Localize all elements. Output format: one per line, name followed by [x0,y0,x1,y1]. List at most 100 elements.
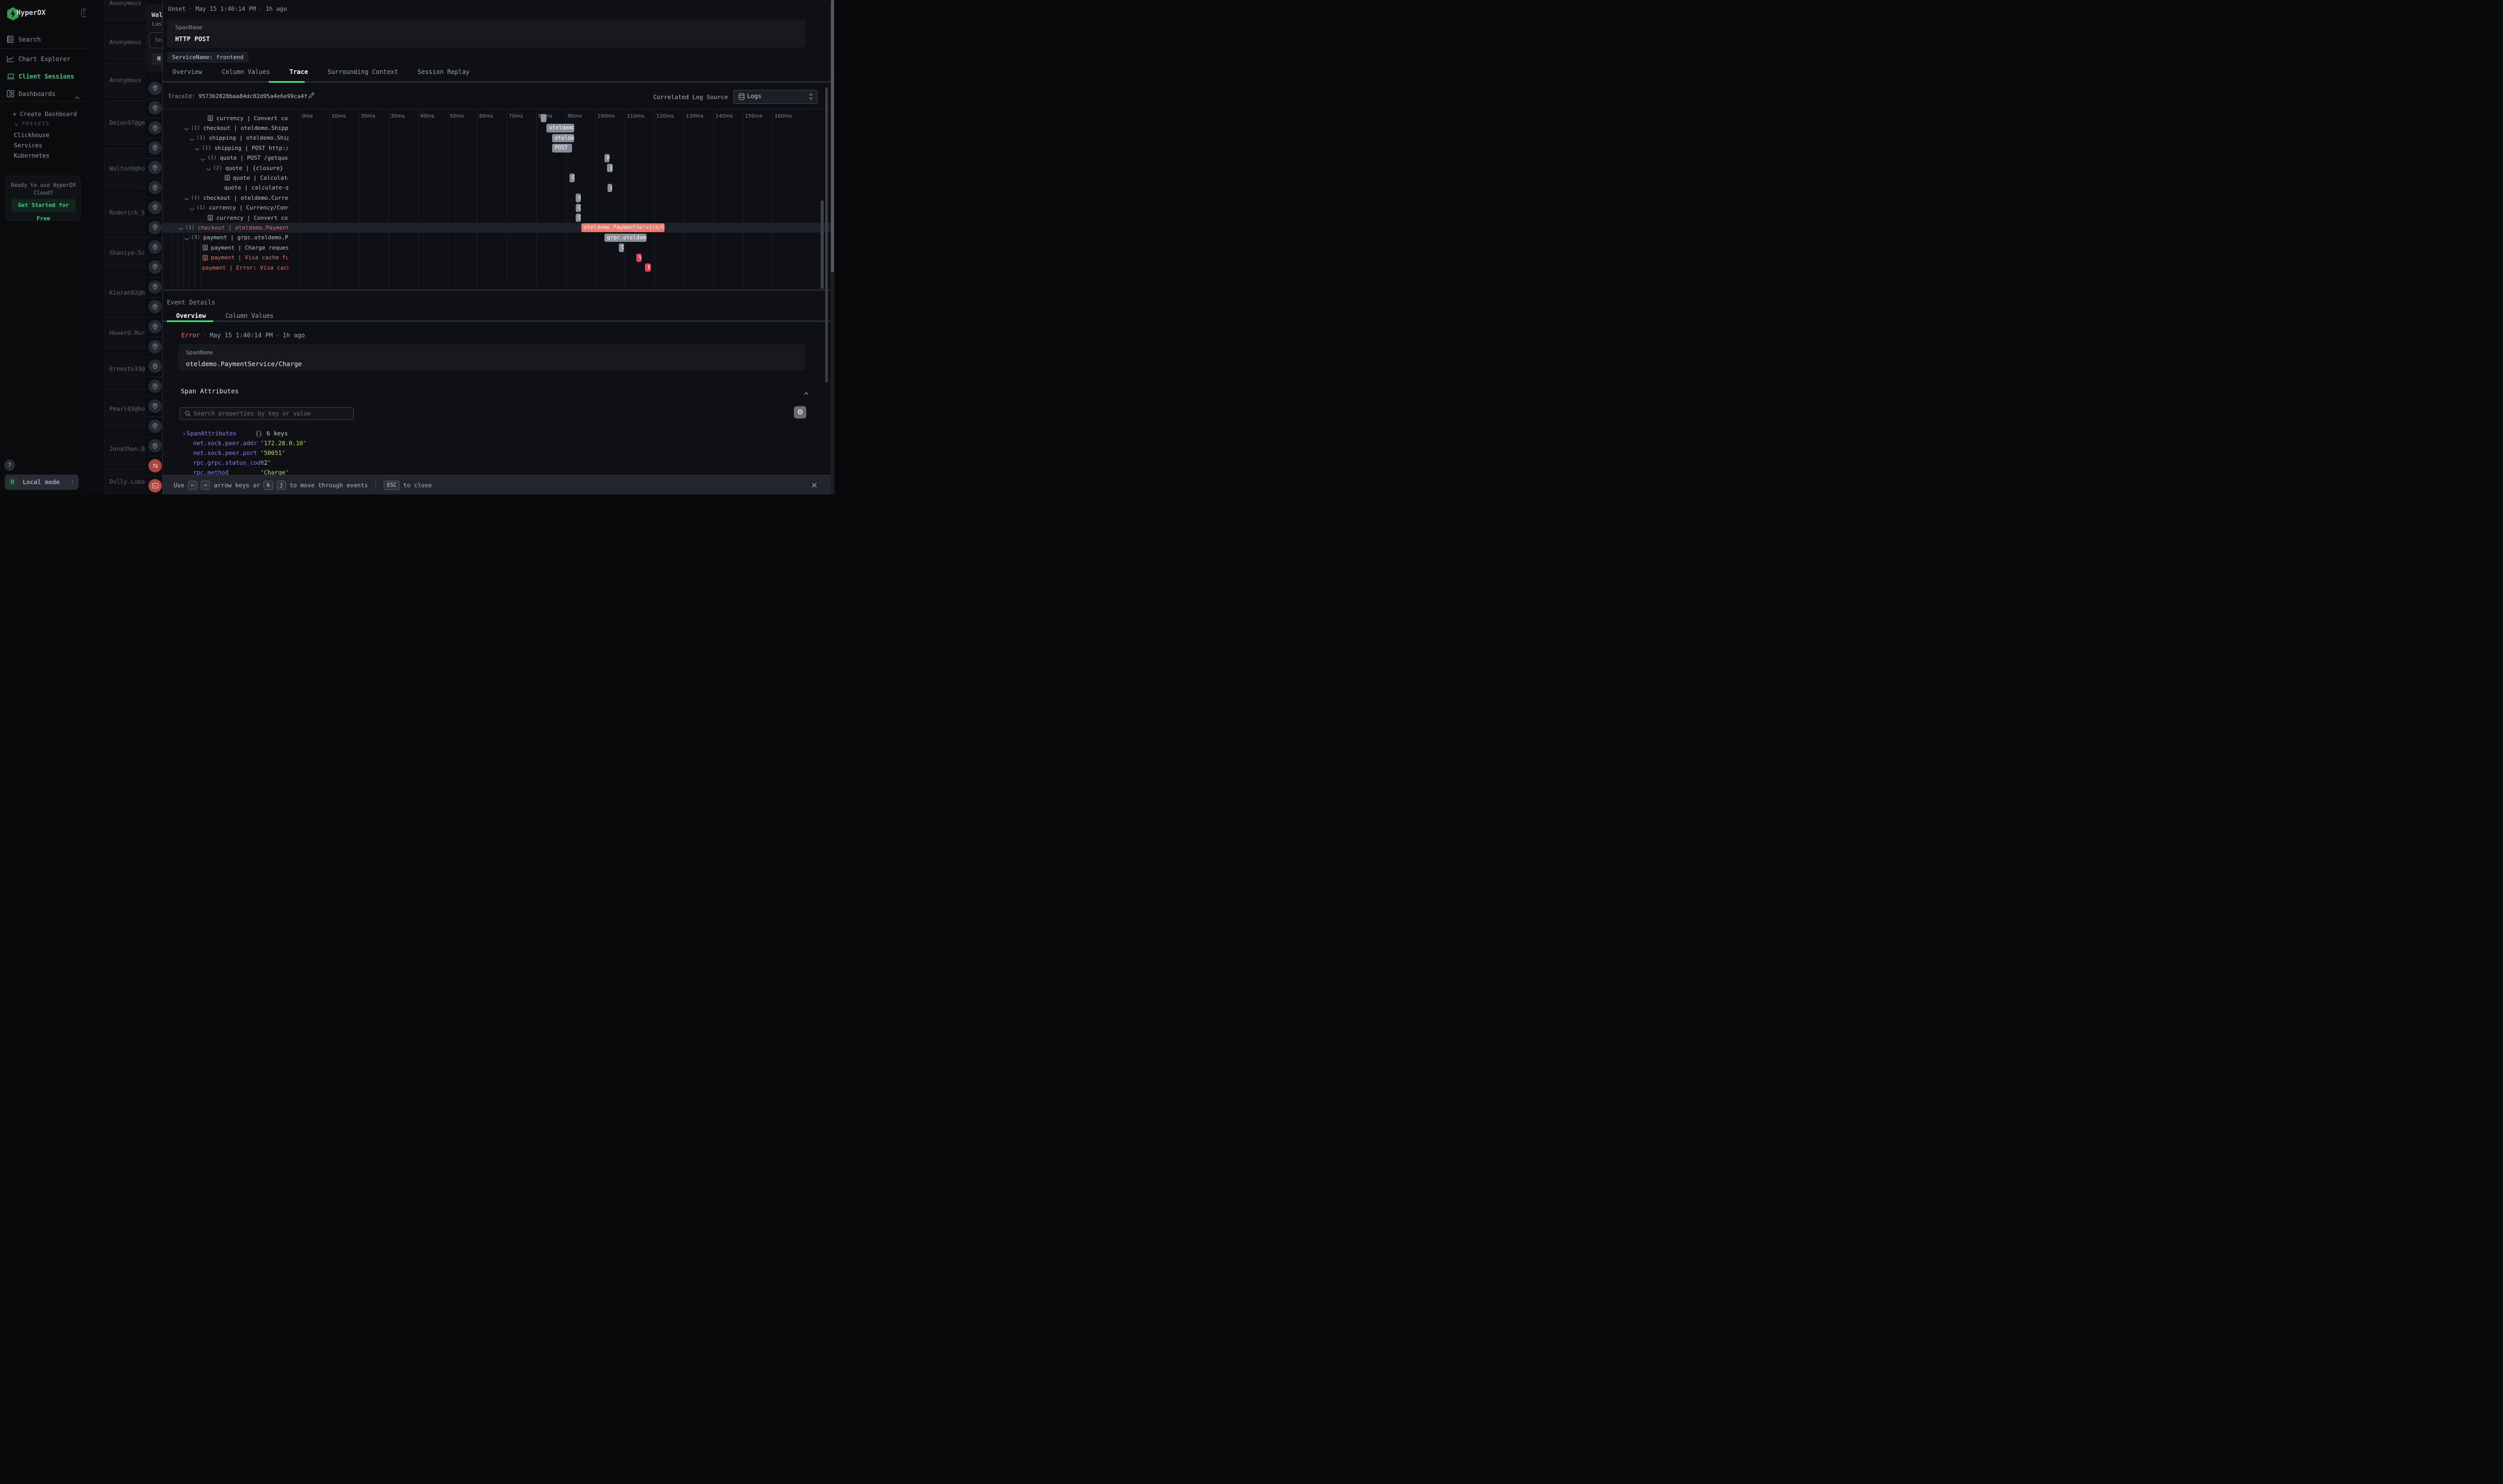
span-tree-row[interactable]: currency | Convert convers… [207,213,288,222]
span-bar[interactable]: POST h [552,144,572,153]
event-details-tab-column-values[interactable]: Column Values [225,312,274,319]
span-tree-row[interactable]: (1)currency | Currency/Convert [191,203,289,213]
session-card[interactable]: Kieran92@h [104,272,146,314]
span-bar[interactable]: Erro [645,263,650,272]
sidebar-item-search[interactable]: Search [0,35,86,49]
tab-trace[interactable]: Trace [290,68,308,75]
span-bar[interactable]: calc [608,184,612,193]
session-card[interactable]: Dolly.Lubo [104,468,146,494]
preset-kubernetes[interactable]: Kubernetes [14,152,49,159]
session-event-row[interactable] [145,396,162,417]
session-filter-chip[interactable]: H [152,53,162,65]
span-tree-row[interactable]: (1)checkout | oteldemo.PaymentServi… [179,223,288,233]
session-event-row[interactable] [145,376,162,397]
span-tree-row[interactable]: currency | Convert convers… [207,113,288,123]
span-bar[interactable]: otel [576,194,581,202]
span-bar[interactable] [541,114,546,123]
attributes-root-toggle[interactable]: ▾SpanAttributes {} 6 keys [183,430,236,437]
span-tree-row[interactable]: (3)payment | grpc.oteldemo.Paymen… [185,233,288,242]
session-event-row[interactable] [145,138,162,159]
drawer-scrollbar[interactable] [825,0,828,494]
span-tree-row[interactable]: quote | calculate-quote [224,183,289,193]
session-card[interactable]: Roderick_S [104,192,146,234]
collapse-section-icon[interactable] [805,388,808,398]
session-card[interactable]: Anonymous [104,0,146,21]
span-bar[interactable]: Conv [576,214,581,222]
tab-overview[interactable]: Overview [173,68,202,75]
span-tree-row[interactable]: payment | Charge request rec… [202,243,289,253]
gear-icon[interactable]: ⚙ [794,406,806,418]
local-mode-button[interactable]: U Local mode › [5,474,79,490]
session-event-row[interactable] [145,337,162,357]
session-event-row[interactable] [145,257,162,278]
span-name-card: SpanName oteldemo.PaymentService/Charge [178,344,806,371]
waterfall-scrollbar[interactable] [821,200,824,289]
span-tree-row[interactable]: (1)shipping | POST http://quo… [196,143,288,153]
span-label: currency | Convert convers… [216,115,288,122]
session-card[interactable]: Jonathan.B [104,432,146,466]
span-tree-row[interactable]: quote | Calculated q… [224,173,289,183]
session-card[interactable]: Howard.Rur [104,316,146,350]
session-event-row[interactable] [145,277,162,298]
help-button[interactable]: ? [4,460,15,471]
span-bar[interactable]: Char [619,243,624,252]
session-event-row[interactable] [145,79,162,99]
span-bar[interactable]: Curr [576,204,581,213]
span-bar[interactable]: oteldem [552,134,574,143]
session-event-row[interactable] [145,237,162,258]
span-bar[interactable]: oteldemo.PaymentService/Char [581,223,665,232]
session-event-row[interactable] [145,118,162,139]
session-event-row[interactable] [145,356,162,377]
session-event-row[interactable] [145,98,162,119]
session-card[interactable]: Walton9@ho [104,147,146,189]
page-scrollbar[interactable] [830,0,835,494]
preset-services[interactable]: Services [14,142,42,149]
session-event-row[interactable] [145,317,162,337]
session-event-row[interactable] [145,198,162,218]
close-icon[interactable]: × [811,480,818,490]
span-bar[interactable]: Visa [636,254,641,262]
span-tree-row[interactable]: (1)checkout | oteldemo.ShippingSe… [185,123,288,133]
log-source-select[interactable]: Logs [733,90,818,104]
session-event-row[interactable] [145,476,162,494]
get-started-button[interactable]: Get Started for Free [11,199,75,212]
session-card[interactable]: Anonymous [104,24,146,60]
session-card[interactable]: Anonymous [104,62,146,98]
session-card[interactable]: Shaniya.Sc [104,236,146,270]
span-bar[interactable]: grpc.oteldemo. [604,234,647,242]
tab-surrounding-context[interactable]: Surrounding Context [328,68,398,75]
tab-column-values[interactable]: Column Values [222,68,270,75]
sidebar-item-client-sessions[interactable]: Client Sessions [0,72,86,86]
session-event-row[interactable] [145,218,162,238]
session-search-input[interactable]: Sea [149,32,162,48]
session-event-row[interactable] [145,178,162,198]
span-tree-row[interactable]: payment | Visa cache full: c… [202,253,289,262]
span-bar[interactable]: POST /g [604,154,610,163]
span-tree-row[interactable]: (1)shipping | oteldemo.Shipping… [191,133,289,143]
session-event-row[interactable] [145,416,162,437]
session-card[interactable]: Pearl43@ho [104,388,146,430]
span-bar[interactable]: oteldemo. [546,124,574,132]
service-name-chip[interactable]: ServiceName: frontend [167,52,249,63]
session-event-row[interactable] [145,436,162,456]
create-dashboard-button[interactable]: + Create Dashboard [13,110,77,118]
session-event-row[interactable] [145,297,162,317]
session-card[interactable]: Ernesto33@ [104,352,146,386]
session-event-row[interactable] [145,456,162,477]
edit-icon[interactable] [308,91,315,99]
span-tree-row[interactable]: (2)quote | {closure} [207,163,283,173]
search-icon [184,410,191,417]
span-tree-row[interactable]: (1)checkout | oteldemo.CurrencySe… [185,193,288,203]
tab-session-replay[interactable]: Session Replay [418,68,469,75]
session-event-row[interactable] [145,158,162,178]
span-bar[interactable]: Calc [570,174,575,182]
span-tree-row[interactable]: payment | Error: Visa cache ful… [202,262,289,272]
attributes-search-input[interactable]: Search properties by key or value [180,407,354,420]
presets-toggle[interactable]: PRESETS [15,121,50,127]
span-bar[interactable]: {closure} [607,164,613,173]
preset-clickhouse[interactable]: Clickhouse [14,131,49,139]
sidebar-item-chart-explorer[interactable]: Chart Explorer [0,55,86,68]
span-tree-row[interactable]: (1)quote | POST /getquote [201,153,288,163]
event-details-tab-overview[interactable]: Overview [176,312,206,319]
session-card[interactable]: Deion37@gm [104,100,146,145]
